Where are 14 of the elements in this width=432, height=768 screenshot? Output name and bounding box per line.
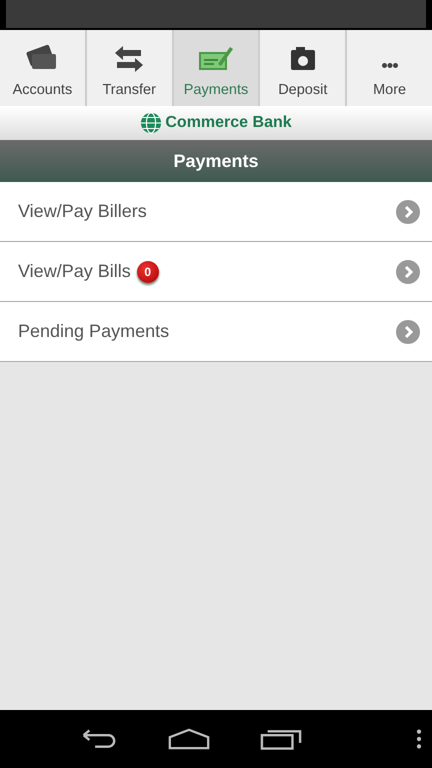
tab[interactable]: Payments	[174, 30, 260, 106]
menu-item[interactable]: View/Pay Billers	[0, 182, 432, 242]
recent-apps-icon[interactable]	[260, 727, 302, 751]
chevron-icon	[396, 320, 420, 344]
chevron-icon	[396, 260, 420, 284]
page-title: Payments	[173, 150, 259, 172]
menu-item[interactable]: View/Pay Bills 0	[0, 242, 432, 302]
bank-logo-text: Commerce Bank	[165, 114, 292, 132]
more-icon	[382, 63, 398, 68]
overflow-menu-icon[interactable]	[416, 728, 422, 750]
globe-icon	[140, 112, 162, 134]
home-icon[interactable]	[168, 727, 210, 751]
chevron-icon	[396, 200, 420, 224]
count-badge: 0	[136, 260, 159, 282]
